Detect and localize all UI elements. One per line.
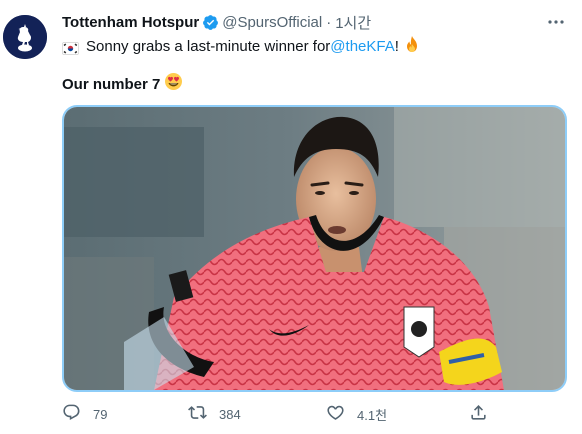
verified-badge-icon (202, 14, 219, 31)
tweet-text-bold: Our number 7 (62, 75, 161, 93)
like-button[interactable]: 4.1천 (326, 402, 387, 426)
author-name[interactable]: Tottenham Hotspur (62, 14, 199, 31)
separator-dot: · (326, 13, 332, 31)
like-count: 4.1천 (357, 407, 388, 423)
share-icon (469, 403, 488, 425)
tweet-text-line-1: Sonny grabs a last-minute winner for @th… (62, 35, 421, 59)
tweet-text-line-2: Our number 7 (62, 72, 183, 97)
heart-eyes-emoji (164, 72, 183, 97)
author-avatar[interactable] (3, 15, 47, 59)
tweet-timestamp[interactable]: 1시간 (335, 12, 371, 33)
tweet-text: Sonny grabs a last-minute winner for (86, 38, 331, 55)
tottenham-cockerel-logo (3, 15, 47, 59)
tweet[interactable]: Tottenham Hotspur @SpursOfficial · 1시간 S… (0, 0, 582, 434)
retweet-button[interactable]: 384 (188, 402, 241, 426)
mention-link[interactable]: @theKFA (330, 37, 394, 57)
author-handle[interactable]: @SpursOfficial (222, 14, 322, 31)
tweet-actions: 79 384 4.1천 (62, 402, 567, 426)
tweet-header: Tottenham Hotspur @SpursOfficial · 1시간 (62, 11, 371, 33)
retweet-count: 384 (219, 406, 241, 422)
retweet-icon (188, 403, 207, 425)
tweet-media-photo[interactable] (62, 105, 567, 392)
share-button[interactable] (469, 402, 488, 426)
reply-icon (62, 403, 81, 425)
player-photo (64, 107, 565, 390)
fire-emoji (403, 35, 421, 59)
more-horizontal-icon[interactable] (544, 12, 568, 32)
heart-icon (326, 403, 345, 425)
tweet-text-end: ! (394, 38, 399, 55)
south-korea-flag-icon (62, 41, 79, 55)
reply-button[interactable]: 79 (62, 402, 107, 426)
reply-count: 79 (93, 406, 108, 422)
